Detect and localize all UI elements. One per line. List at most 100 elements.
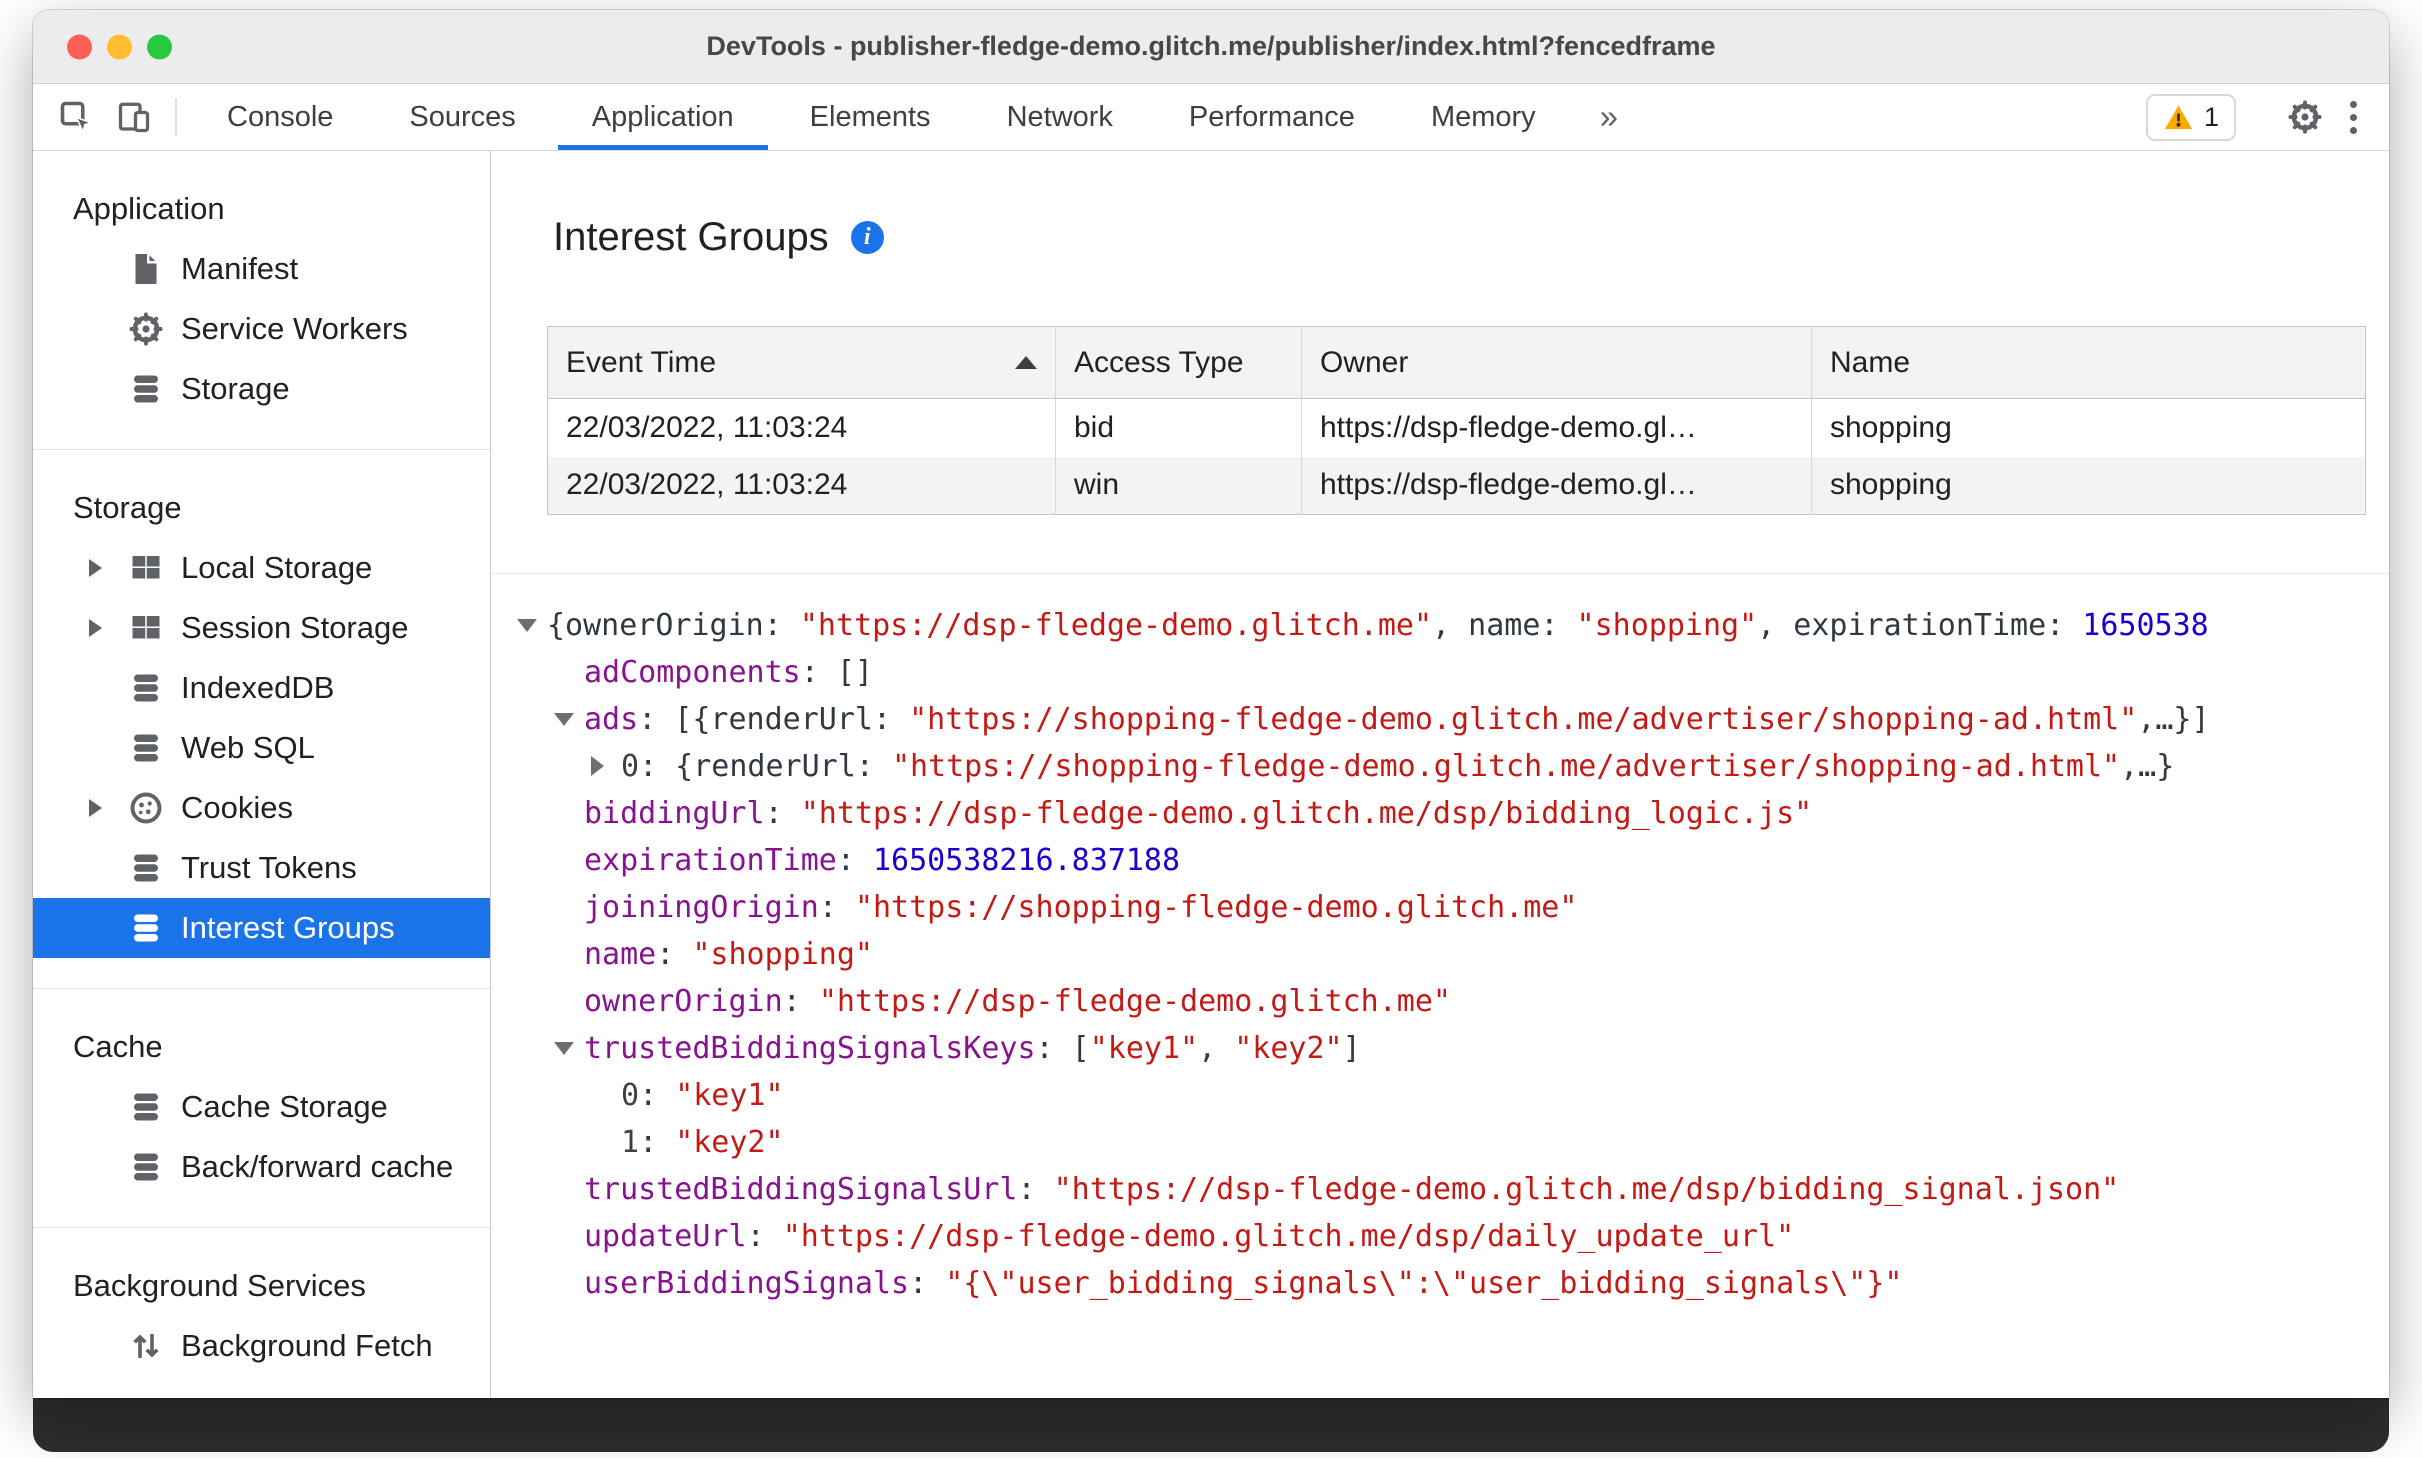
cell-name: shopping bbox=[1811, 456, 2366, 515]
table-row[interactable]: 22/03/2022, 11:03:24 bid https://dsp-fledg… bbox=[547, 398, 2366, 457]
disclosure-triangle-icon[interactable] bbox=[89, 619, 127, 637]
tree-line[interactable]: ads: [{renderUrl: "https://shopping-fled… bbox=[491, 696, 2389, 743]
json-plain: : bbox=[836, 843, 873, 878]
sidebar-item-interest-groups[interactable]: Interest Groups bbox=[33, 898, 490, 958]
sidebar-item-label: Session Storage bbox=[181, 610, 409, 645]
sidebar: Application Manifest Service Workers Storag… bbox=[33, 151, 491, 1398]
table-row[interactable]: 22/03/2022, 11:03:24 win https://dsp-fledg… bbox=[547, 456, 2366, 515]
tree-line[interactable]: adComponents: [] bbox=[491, 649, 2389, 696]
json-idx: 0 bbox=[621, 749, 640, 784]
tree-line[interactable]: name: "shopping" bbox=[491, 931, 2389, 978]
sidebar-item-session-storage[interactable]: Session Storage bbox=[33, 598, 490, 658]
zoom-window-button[interactable] bbox=[147, 34, 172, 59]
sidebar-item-local-storage[interactable]: Local Storage bbox=[33, 538, 490, 598]
issues-warning-badge[interactable]: 1 bbox=[2145, 93, 2236, 141]
sidebar-section-cache: Cache Cache Storage Back/forward cache bbox=[33, 989, 490, 1228]
column-header-label: Access Type bbox=[1074, 345, 1244, 379]
column-header-owner[interactable]: Owner bbox=[1301, 326, 1812, 399]
cell-owner: https://dsp-fledge-demo.gl… bbox=[1301, 456, 1812, 515]
column-header-name[interactable]: Name bbox=[1811, 326, 2366, 399]
warning-count: 1 bbox=[2203, 101, 2219, 132]
more-tabs-button[interactable]: » bbox=[1574, 84, 1644, 150]
storage-database-icon bbox=[127, 729, 165, 767]
tree-line[interactable]: userBiddingSignals: "{\"user_bidding_sig… bbox=[491, 1260, 2389, 1307]
tree-line[interactable]: updateUrl: "https://dsp-fledge-demo.glit… bbox=[491, 1213, 2389, 1260]
sidebar-item-manifest[interactable]: Manifest bbox=[33, 239, 490, 299]
sidebar-section-title-background-services[interactable]: Background Services bbox=[33, 1256, 490, 1316]
json-plain: : bbox=[764, 796, 801, 831]
device-toolbar-icon[interactable] bbox=[105, 91, 163, 143]
window-titlebar: DevTools - publisher-fledge-demo.glitch.… bbox=[33, 10, 2389, 84]
tree-line[interactable]: 0: {renderUrl: "https://shopping-fledge-… bbox=[491, 743, 2389, 790]
disclosure-triangle-icon[interactable] bbox=[554, 713, 574, 726]
minimize-window-button[interactable] bbox=[107, 34, 132, 59]
tree-line[interactable]: ownerOrigin: "https://dsp-fledge-demo.gl… bbox=[491, 978, 2389, 1025]
json-key: ads bbox=[584, 702, 639, 737]
column-header-access-type[interactable]: Access Type bbox=[1055, 326, 1302, 399]
sidebar-item-web-sql[interactable]: Web SQL bbox=[33, 718, 490, 778]
cookie-icon bbox=[127, 789, 165, 827]
json-key: ownerOrigin bbox=[584, 984, 783, 1019]
sidebar-item-cookies[interactable]: Cookies bbox=[33, 778, 490, 838]
column-header-event-time[interactable]: Event Time bbox=[547, 326, 1056, 399]
json-str: "shopping" bbox=[1576, 608, 1758, 643]
storage-database-icon bbox=[127, 370, 165, 408]
tab-network[interactable]: Network bbox=[969, 84, 1151, 150]
inspect-icon[interactable] bbox=[47, 91, 105, 143]
tree-line[interactable]: 0: "key1" bbox=[491, 1072, 2389, 1119]
sidebar-item-storage[interactable]: Storage bbox=[33, 359, 490, 419]
json-plain: ,…} bbox=[2120, 749, 2175, 784]
tree-line[interactable]: {ownerOrigin: "https://dsp-fledge-demo.g… bbox=[491, 602, 2389, 649]
storage-database-icon bbox=[127, 909, 165, 947]
tab-elements[interactable]: Elements bbox=[772, 84, 969, 150]
tree-line[interactable]: 1: "key2" bbox=[491, 1119, 2389, 1166]
tab-memory[interactable]: Memory bbox=[1393, 84, 1574, 150]
sidebar-item-label: Trust Tokens bbox=[181, 850, 357, 885]
sidebar-item-indexeddb[interactable]: IndexedDB bbox=[33, 658, 490, 718]
info-icon[interactable] bbox=[850, 221, 884, 254]
disclosure-triangle-icon[interactable] bbox=[89, 559, 127, 577]
tab-application[interactable]: Application bbox=[554, 84, 772, 150]
disclosure-triangle-icon[interactable] bbox=[554, 1042, 574, 1055]
json-str: "shopping" bbox=[692, 937, 873, 972]
sidebar-section-title-application[interactable]: Application bbox=[33, 179, 490, 239]
sidebar-item-trust-tokens[interactable]: Trust Tokens bbox=[33, 838, 490, 898]
table-grid-icon bbox=[127, 609, 165, 647]
sidebar-item-label: Cookies bbox=[181, 790, 293, 825]
disclosure-triangle-icon[interactable] bbox=[591, 756, 604, 776]
tab-sources[interactable]: Sources bbox=[371, 84, 553, 150]
sidebar-section-title-cache[interactable]: Cache bbox=[33, 1017, 490, 1077]
json-plain: : bbox=[746, 1219, 783, 1254]
sidebar-item-background-fetch[interactable]: Background Fetch bbox=[33, 1316, 490, 1376]
json-plain: : bbox=[639, 1078, 676, 1113]
sidebar-section-title-storage[interactable]: Storage bbox=[33, 478, 490, 538]
tree-line[interactable]: trustedBiddingSignalsKeys: ["key1", "key… bbox=[491, 1025, 2389, 1072]
disclosure-triangle-icon[interactable] bbox=[89, 799, 127, 817]
sort-ascending-icon bbox=[1015, 356, 1037, 369]
sidebar-item-cache-storage[interactable]: Cache Storage bbox=[33, 1077, 490, 1137]
cell-access-type: win bbox=[1055, 456, 1302, 515]
more-menu-icon[interactable] bbox=[2334, 100, 2373, 134]
cell-event-time: 22/03/2022, 11:03:24 bbox=[547, 456, 1056, 515]
sidebar-item-label: Storage bbox=[181, 371, 290, 406]
tab-performance[interactable]: Performance bbox=[1151, 84, 1393, 150]
json-str: "https://shopping-fledge-demo.glitch.me" bbox=[854, 890, 1578, 925]
tab-console[interactable]: Console bbox=[189, 84, 371, 150]
tree-line[interactable]: trustedBiddingSignalsUrl: "https://dsp-f… bbox=[491, 1166, 2389, 1213]
json-plain: , bbox=[1198, 1031, 1235, 1066]
tree-line[interactable]: biddingUrl: "https://dsp-fledge-demo.gli… bbox=[491, 790, 2389, 837]
sidebar-section-background-services: Background Services Background Fetch bbox=[33, 1228, 490, 1398]
json-str: "key2" bbox=[675, 1125, 784, 1160]
sidebar-item-back-forward-cache[interactable]: Back/forward cache bbox=[33, 1137, 490, 1197]
tree-line[interactable]: joiningOrigin: "https://shopping-fledge-… bbox=[491, 884, 2389, 931]
settings-gear-icon[interactable] bbox=[2276, 91, 2334, 143]
disclosure-triangle-icon[interactable] bbox=[517, 619, 537, 632]
cell-owner: https://dsp-fledge-demo.gl… bbox=[1301, 398, 1812, 457]
json-key: name bbox=[584, 937, 657, 972]
devtools-toolbar: Console Sources Application Elements Network… bbox=[33, 84, 2389, 151]
close-window-button[interactable] bbox=[67, 34, 92, 59]
storage-database-icon bbox=[127, 849, 165, 887]
sidebar-item-service-workers[interactable]: Service Workers bbox=[33, 299, 490, 359]
tree-line[interactable]: expirationTime: 1650538216.837188 bbox=[491, 837, 2389, 884]
json-str: "https://shopping-fledge-demo.glitch.me/… bbox=[909, 702, 2138, 737]
